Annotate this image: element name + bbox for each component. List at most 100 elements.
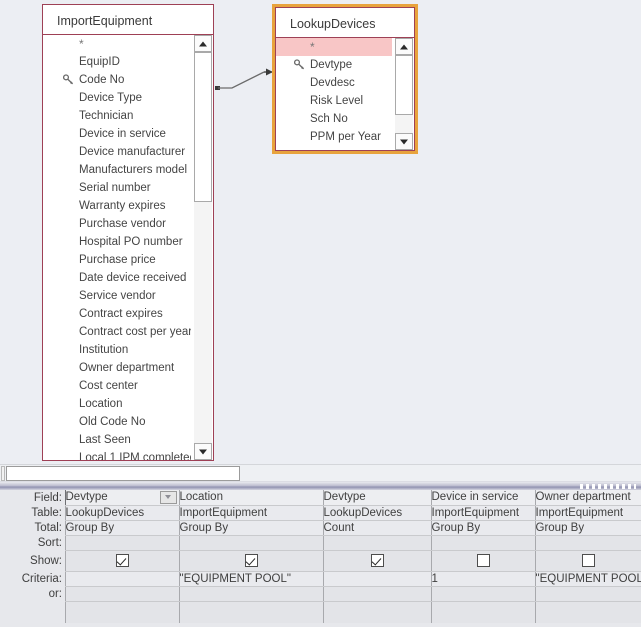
grid-cell-criteria-2[interactable] bbox=[323, 571, 432, 587]
grid-cell-criteria-0[interactable] bbox=[64, 571, 180, 587]
show-checkbox-4[interactable] bbox=[581, 554, 595, 567]
field-item-devtype[interactable]: Devtype bbox=[276, 56, 392, 74]
field-item-manufacturers-model[interactable]: Manufacturers model bbox=[43, 161, 191, 179]
grid-cell-empty-0[interactable] bbox=[64, 601, 180, 623]
scrollbar-thumb[interactable] bbox=[6, 466, 240, 481]
scrollbar-left-edge[interactable] bbox=[1, 466, 5, 481]
grid-cell-total-4[interactable]: Group By bbox=[535, 520, 641, 536]
grid-cell-show-1[interactable] bbox=[179, 550, 324, 572]
grid-cell-empty-3[interactable] bbox=[431, 601, 536, 623]
grid-cell-or-2[interactable] bbox=[323, 586, 432, 602]
field-dropdown-button[interactable] bbox=[159, 491, 177, 504]
field-item-sch-no[interactable]: Sch No bbox=[276, 110, 392, 128]
table-card-lookupdevices[interactable]: LookupDevices * Devtype Devdesc Risk Lev… bbox=[272, 4, 418, 154]
grid-cell-criteria-4[interactable]: "EQUIPMENT POOL" bbox=[535, 571, 641, 587]
field-item-code-no[interactable]: Code No bbox=[43, 71, 191, 89]
grid-cell-field-3[interactable]: Device in service bbox=[431, 490, 536, 506]
show-checkbox-2[interactable] bbox=[370, 554, 384, 567]
grid-cell-sort-3[interactable] bbox=[431, 535, 536, 551]
scrollbar-track[interactable] bbox=[395, 55, 413, 133]
grid-cell-total-1[interactable]: Group By bbox=[179, 520, 324, 536]
grid-cell-show-0[interactable] bbox=[64, 550, 180, 572]
field-item-cost-center[interactable]: Cost center bbox=[43, 377, 191, 395]
scrollbar-thumb[interactable] bbox=[194, 52, 212, 202]
field-list-scrollbar-importequipment[interactable] bbox=[194, 35, 212, 460]
splitter-grip[interactable] bbox=[580, 484, 636, 489]
grid-cell-total-2[interactable]: Count bbox=[323, 520, 432, 536]
grid-cell-table-3[interactable]: ImportEquipment bbox=[431, 505, 536, 521]
grid-cell-criteria-3[interactable]: 1 bbox=[431, 571, 536, 587]
field-item-warranty-expires[interactable]: Warranty expires bbox=[43, 197, 191, 215]
grid-cell-field-4[interactable]: Owner department bbox=[535, 490, 641, 506]
show-checkbox-0[interactable] bbox=[115, 554, 129, 567]
field-list-lookupdevices[interactable]: * Devtype Devdesc Risk Level Sch No PPM … bbox=[276, 38, 392, 150]
grid-cell-show-4[interactable] bbox=[535, 550, 641, 572]
field-item-contract-cost-per-year[interactable]: Contract cost per year bbox=[43, 323, 191, 341]
grid-cell-sort-2[interactable] bbox=[323, 535, 432, 551]
grid-cell-empty-4[interactable] bbox=[535, 601, 641, 623]
field-item-institution[interactable]: Institution bbox=[43, 341, 191, 359]
grid-cell-sort-4[interactable] bbox=[535, 535, 641, 551]
field-item-equipid[interactable]: EquipID bbox=[43, 53, 191, 71]
grid-cell-table-2[interactable]: LookupDevices bbox=[323, 505, 432, 521]
field-item-purchase-vendor[interactable]: Purchase vendor bbox=[43, 215, 191, 233]
grid-cell-total-0[interactable]: Group By bbox=[64, 520, 180, 536]
query-diagram-pane[interactable]: ImportEquipment * EquipID Code No Device… bbox=[0, 0, 641, 464]
scroll-up-button[interactable] bbox=[395, 38, 413, 55]
field-item-local-ipm[interactable]: Local 1 IPM completed bbox=[43, 449, 191, 460]
field-item-ppm-per-year[interactable]: PPM per Year bbox=[276, 128, 392, 146]
row-label-field: Field: bbox=[0, 490, 62, 505]
scroll-up-button[interactable] bbox=[194, 35, 212, 52]
grid-cell-table-1[interactable]: ImportEquipment bbox=[179, 505, 324, 521]
field-item-device-type[interactable]: Device Type bbox=[43, 89, 191, 107]
grid-cell-field-2[interactable]: Devtype bbox=[323, 490, 432, 506]
field-item-star[interactable]: * bbox=[276, 38, 392, 56]
grid-cell-or-0[interactable] bbox=[64, 586, 180, 602]
field-item-technician[interactable]: Technician bbox=[43, 107, 191, 125]
field-item-serial-number[interactable]: Serial number bbox=[43, 179, 191, 197]
grid-cell-total-3[interactable]: Group By bbox=[431, 520, 536, 536]
grid-cell-table-0[interactable]: LookupDevices bbox=[64, 505, 180, 521]
scrollbar-thumb[interactable] bbox=[395, 55, 413, 115]
field-item-purchase-price[interactable]: Purchase price bbox=[43, 251, 191, 269]
grid-cell-empty-2[interactable] bbox=[323, 601, 432, 623]
grid-cell-criteria-1[interactable]: "EQUIPMENT POOL" bbox=[179, 571, 324, 587]
grid-cell-show-2[interactable] bbox=[323, 550, 432, 572]
table-card-importequipment[interactable]: ImportEquipment * EquipID Code No Device… bbox=[42, 4, 214, 461]
field-item-contract-expires[interactable]: Contract expires bbox=[43, 305, 191, 323]
grid-cell-show-3[interactable] bbox=[431, 550, 536, 572]
field-item-hospital-po-number[interactable]: Hospital PO number bbox=[43, 233, 191, 251]
field-item-location[interactable]: Location bbox=[43, 395, 191, 413]
grid-cell-table-4[interactable]: ImportEquipment bbox=[535, 505, 641, 521]
diagram-horizontal-scrollbar[interactable] bbox=[0, 464, 641, 481]
scroll-down-button[interactable] bbox=[395, 133, 413, 150]
grid-cell-or-3[interactable] bbox=[431, 586, 536, 602]
grid-cell-or-1[interactable] bbox=[179, 586, 324, 602]
field-item-devdesc[interactable]: Devdesc bbox=[276, 74, 392, 92]
scrollbar-track[interactable] bbox=[194, 52, 212, 443]
field-item-device-manufacturer[interactable]: Device manufacturer bbox=[43, 143, 191, 161]
grid-cell-sort-0[interactable] bbox=[64, 535, 180, 551]
query-design-grid[interactable]: Field: Devtype Location Devtype Device i… bbox=[0, 490, 641, 623]
field-item-old-code-no[interactable]: Old Code No bbox=[43, 413, 191, 431]
table-join-line[interactable] bbox=[210, 60, 280, 96]
grid-cell-field-1[interactable]: Location bbox=[179, 490, 324, 506]
grid-cell-text: Devtype bbox=[65, 491, 108, 504]
field-item-owner-department[interactable]: Owner department bbox=[43, 359, 191, 377]
query-design-grid-pane[interactable]: Field: Devtype Location Devtype Device i… bbox=[0, 490, 641, 627]
grid-cell-field-0[interactable]: Devtype bbox=[64, 490, 180, 506]
grid-cell-or-4[interactable] bbox=[535, 586, 641, 602]
grid-cell-empty-1[interactable] bbox=[179, 601, 324, 623]
show-checkbox-1[interactable] bbox=[244, 554, 258, 567]
field-item-star[interactable]: * bbox=[43, 35, 191, 53]
field-item-date-device-received[interactable]: Date device received bbox=[43, 269, 191, 287]
scroll-down-button[interactable] bbox=[194, 443, 212, 460]
field-item-risk-level[interactable]: Risk Level bbox=[276, 92, 392, 110]
field-item-device-in-service[interactable]: Device in service bbox=[43, 125, 191, 143]
field-item-last-seen[interactable]: Last Seen bbox=[43, 431, 191, 449]
field-item-service-vendor[interactable]: Service vendor bbox=[43, 287, 191, 305]
field-list-importequipment[interactable]: * EquipID Code No Device Type Technician bbox=[43, 35, 191, 460]
field-list-scrollbar-lookupdevices[interactable] bbox=[395, 38, 413, 150]
grid-cell-sort-1[interactable] bbox=[179, 535, 324, 551]
show-checkbox-3[interactable] bbox=[476, 554, 490, 567]
